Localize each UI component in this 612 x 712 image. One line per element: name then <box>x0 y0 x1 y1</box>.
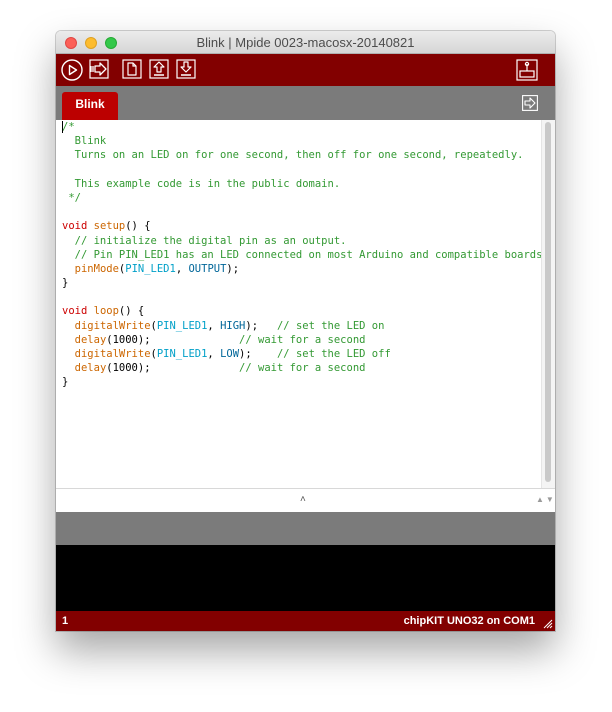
save-down-arrow-icon <box>176 59 196 79</box>
tab-bar: Blink <box>56 86 555 120</box>
code-token: , <box>175 262 189 275</box>
code-line[interactable]: delay(1000); // wait for a second <box>62 361 549 375</box>
text-caret <box>62 121 63 133</box>
code-line[interactable]: Turns on an LED on for one second, then … <box>62 148 549 162</box>
code-token: LOW <box>220 348 240 360</box>
code-line[interactable]: void setup() { <box>62 219 549 233</box>
code-line[interactable]: digitalWrite(PIN_LED1, HIGH); // set the… <box>62 319 549 333</box>
tab-blink[interactable]: Blink <box>62 92 118 120</box>
code-line[interactable]: /* <box>62 120 549 134</box>
code-token: delay <box>74 333 107 346</box>
code-token: , <box>207 348 221 360</box>
line-number: 1 <box>62 615 69 627</box>
upload-arrow-icon <box>89 59 109 79</box>
title-bar[interactable]: Blink | Mpide 0023-macosx-20140821 <box>56 31 555 54</box>
code-token: ); <box>226 262 240 275</box>
play-icon <box>61 59 83 81</box>
code-token: This example code is in the public domai… <box>62 177 341 190</box>
vertical-scrollbar[interactable] <box>541 120 555 488</box>
code-line[interactable]: This example code is in the public domai… <box>62 177 549 191</box>
code-token: // wait for a second <box>239 333 366 346</box>
code-token: delay <box>74 362 107 375</box>
window-title: Blink | Mpide 0023-macosx-20140821 <box>196 35 415 50</box>
code-token: (1000); <box>106 362 240 375</box>
code-token: PIN_LED1 <box>125 262 176 275</box>
code-token: void <box>62 220 88 233</box>
code-token: // Pin PIN_LED1 has an LED connected on … <box>62 248 549 261</box>
code-token: } <box>62 277 69 290</box>
code-token: OUTPUT <box>188 262 227 275</box>
code-line[interactable] <box>62 205 549 219</box>
code-token: ); <box>239 348 277 360</box>
code-line[interactable]: void loop() { <box>62 304 549 318</box>
code-line[interactable]: Blink <box>62 134 549 148</box>
new-button[interactable] <box>122 59 142 79</box>
code-token: // initialize the digital pin as an outp… <box>62 234 347 247</box>
arrow-right-icon <box>522 95 538 111</box>
code-line[interactable]: } <box>62 276 549 290</box>
code-token: Blink <box>62 135 107 148</box>
message-area <box>56 512 555 545</box>
ide-window: Blink | Mpide 0023-macosx-20140821 Blink… <box>56 31 555 631</box>
footer-bar: 1 chipKIT UNO32 on COM1 <box>56 611 555 631</box>
open-up-arrow-icon <box>149 59 169 79</box>
code-editor[interactable]: /* Blink Turns on an LED on for one seco… <box>56 120 555 488</box>
code-token: Turns on an LED on for one second, then … <box>62 149 524 162</box>
code-token: digitalWrite <box>74 348 151 360</box>
code-token: void <box>62 305 88 318</box>
code-token: setup <box>93 220 126 233</box>
code-token: // wait for a second <box>239 362 366 375</box>
code-token: // set the LED on <box>276 319 385 332</box>
code-line[interactable]: // initialize the digital pin as an outp… <box>62 234 549 248</box>
new-file-icon <box>122 59 142 79</box>
serial-monitor-icon <box>516 59 538 81</box>
code-line[interactable]: delay(1000); // wait for a second <box>62 333 549 347</box>
code-line[interactable]: // Pin PIN_LED1 has an LED connected on … <box>62 248 549 262</box>
code-line[interactable]: } <box>62 375 549 389</box>
console-output[interactable] <box>56 545 555 611</box>
code-line[interactable]: digitalWrite(PIN_LED1, LOW); // set the … <box>62 347 549 361</box>
toolbar <box>56 54 555 86</box>
scroll-arrows-icon[interactable]: ▲▼ <box>536 495 555 504</box>
resize-grip-icon[interactable] <box>542 618 553 629</box>
save-button[interactable] <box>176 59 196 79</box>
code-token: PIN_LED1 <box>156 348 208 360</box>
code-line[interactable]: */ <box>62 191 549 205</box>
code-token: */ <box>62 191 81 204</box>
code-token: () { <box>118 305 145 318</box>
code-token: () { <box>125 220 151 233</box>
code-token: // set the LED off <box>276 348 391 360</box>
tab-menu-button[interactable] <box>522 95 538 111</box>
serial-monitor-button[interactable] <box>516 59 538 81</box>
code-token: (1000); <box>106 333 240 346</box>
code-token: PIN_LED1 <box>156 319 208 332</box>
code-token: HIGH <box>220 319 246 332</box>
code-token: pinMode <box>74 262 119 275</box>
code-token: loop <box>93 305 119 318</box>
code-token: } <box>62 376 69 389</box>
code-line[interactable]: pinMode(PIN_LED1, OUTPUT); <box>62 262 549 276</box>
code-line[interactable] <box>62 163 549 177</box>
verify-button[interactable] <box>61 59 83 81</box>
scrollbar-thumb[interactable] <box>545 122 551 482</box>
open-button[interactable] <box>149 59 169 79</box>
code-token: ); <box>245 319 277 332</box>
code-line[interactable] <box>62 290 549 304</box>
editor-console-divider[interactable]: ˄ ▲▼ <box>56 488 555 512</box>
code-text[interactable]: /* Blink Turns on an LED on for one seco… <box>62 120 549 390</box>
upload-button[interactable] <box>89 59 109 79</box>
caret-up-icon[interactable]: ˄ <box>300 494 306 505</box>
code-token: , <box>207 319 221 332</box>
board-port-label: chipKIT UNO32 on COM1 <box>403 615 535 627</box>
code-token: /* <box>62 121 75 133</box>
code-token: digitalWrite <box>74 319 151 332</box>
